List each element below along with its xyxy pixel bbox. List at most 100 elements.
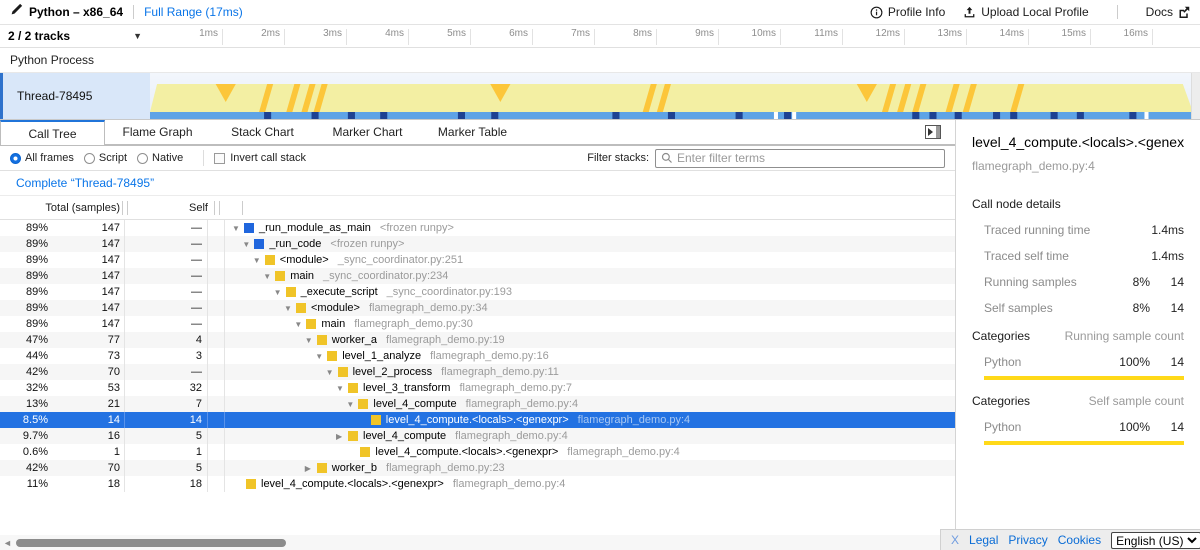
category-spacer	[208, 444, 225, 460]
total-samples: 16	[48, 430, 120, 442]
function-name: level_4_compute	[373, 398, 456, 410]
table-row[interactable]: 11%1818level_4_compute.<locals>.<genexpr…	[0, 476, 955, 492]
detail-label: Running samples	[984, 275, 1110, 289]
table-row[interactable]: 32%5332▼level_3_transformflamegraph_demo…	[0, 380, 955, 396]
ruler-tick-label: 9ms	[684, 28, 714, 39]
collapse-arrow-icon[interactable]: ▼	[253, 256, 265, 265]
radio-native[interactable]: Native	[137, 152, 183, 164]
expand-arrow-icon[interactable]: ▶	[305, 464, 317, 473]
docs-link[interactable]: Docs	[1146, 5, 1190, 19]
column-total-header[interactable]: Total (samples)	[0, 202, 120, 214]
footer-link-privacy[interactable]: Privacy	[1008, 533, 1047, 547]
total-percent: 42%	[0, 462, 48, 474]
ruler-tick-mark	[1090, 29, 1091, 45]
self-samples: 14	[125, 414, 202, 426]
tab-flame-graph[interactable]: Flame Graph	[105, 120, 210, 145]
table-row[interactable]: 89%147—▼<module>_sync_coordinator.py:251	[0, 252, 955, 268]
invert-label: Invert call stack	[230, 152, 306, 164]
table-row[interactable]: 47%774▼worker_aflamegraph_demo.py:19	[0, 332, 955, 348]
tracks-vertical-scrollbar[interactable]	[1191, 73, 1200, 119]
profile-info-button[interactable]: Profile Info	[870, 5, 945, 19]
detail-percent	[1110, 223, 1150, 237]
collapse-arrow-icon[interactable]: ▼	[294, 320, 306, 329]
function-name: level_3_transform	[363, 382, 450, 394]
category-percent: 100%	[1110, 355, 1150, 369]
table-row[interactable]: 89%147—▼main_sync_coordinator.py:234	[0, 268, 955, 284]
table-row[interactable]: 89%147—▼_run_code<frozen runpy>	[0, 236, 955, 252]
table-row[interactable]: 8.5%1414level_4_compute.<locals>.<genexp…	[0, 412, 955, 428]
horizontal-scrollbar[interactable]: ◄	[0, 535, 940, 550]
table-row[interactable]: 0.6%11level_4_compute.<locals>.<genexpr>…	[0, 444, 955, 460]
open-sidebar-icon[interactable]	[925, 125, 941, 139]
column-self-header[interactable]: Self	[130, 202, 208, 214]
expand-arrow-icon[interactable]: ▶	[336, 432, 348, 441]
self-samples: —	[125, 366, 202, 378]
breadcrumb[interactable]: Complete “Thread-78495”	[16, 176, 154, 190]
table-row[interactable]: 44%733▼level_1_analyzeflamegraph_demo.py…	[0, 348, 955, 364]
tree-cell: ▶level_4_computeflamegraph_demo.py:4	[225, 430, 955, 442]
collapse-arrow-icon[interactable]: ▼	[305, 336, 317, 345]
table-header: Total (samples) Self	[0, 196, 955, 220]
collapse-arrow-icon[interactable]: ▼	[274, 288, 286, 297]
collapse-arrow-icon[interactable]: ▼	[232, 224, 244, 233]
collapse-arrow-icon[interactable]: ▼	[263, 272, 275, 281]
ruler-tick-mark	[222, 29, 223, 45]
language-select[interactable]: English (US)	[1111, 532, 1200, 549]
tab-marker-chart[interactable]: Marker Chart	[315, 120, 420, 145]
radio-all-frames[interactable]: All frames	[10, 152, 74, 164]
table-row[interactable]: 13%217▼level_4_computeflamegraph_demo.py…	[0, 396, 955, 412]
collapse-arrow-icon[interactable]: ▼	[346, 400, 358, 409]
tracks-dropdown[interactable]: 2 / 2 tracks ▼	[0, 25, 150, 47]
function-name: level_1_analyze	[342, 350, 421, 362]
tree-cell: ▼main_sync_coordinator.py:234	[225, 270, 955, 282]
category-spacer	[208, 396, 225, 412]
upload-profile-button[interactable]: Upload Local Profile	[963, 5, 1088, 19]
self-samples: —	[125, 302, 202, 314]
total-samples: 14	[48, 414, 120, 426]
ruler-tick-label: 2ms	[250, 28, 280, 39]
table-row[interactable]: 42%70—▼level_2_processflamegraph_demo.py…	[0, 364, 955, 380]
collapse-arrow-icon[interactable]: ▼	[326, 368, 338, 377]
category-name: Python	[984, 355, 1110, 369]
collapse-arrow-icon[interactable]: ▼	[242, 240, 254, 249]
process-track-header[interactable]: Python Process	[0, 48, 1200, 73]
footer-link-legal[interactable]: Legal	[969, 533, 998, 547]
function-name: main	[290, 270, 314, 282]
tab-marker-table[interactable]: Marker Table	[420, 120, 525, 145]
filter-stacks-input[interactable]	[677, 151, 939, 165]
total-percent: 11%	[0, 478, 48, 490]
source-location: flamegraph_demo.py:23	[386, 462, 505, 474]
total-percent: 89%	[0, 302, 48, 314]
invert-call-stack-checkbox[interactable]: Invert call stack	[214, 152, 306, 164]
category-color-icon	[244, 223, 254, 233]
table-row[interactable]: 89%147—▼<module>flamegraph_demo.py:34	[0, 300, 955, 316]
table-row[interactable]: 89%147—▼_execute_script_sync_coordinator…	[0, 284, 955, 300]
timeline-ruler[interactable]: 2 / 2 tracks ▼ 1ms2ms3ms4ms5ms6ms7ms8ms9…	[0, 25, 1200, 48]
thread-track[interactable]: Thread-78495	[0, 73, 1200, 120]
radio-script[interactable]: Script	[84, 152, 127, 164]
footer-link-cookies[interactable]: Cookies	[1058, 533, 1101, 547]
radio-label: Native	[152, 152, 183, 164]
thread-track-label[interactable]: Thread-78495	[0, 73, 150, 119]
full-range-link[interactable]: Full Range (17ms)	[144, 5, 243, 19]
table-row[interactable]: 89%147—▼mainflamegraph_demo.py:30	[0, 316, 955, 332]
tab-stack-chart[interactable]: Stack Chart	[210, 120, 315, 145]
scroll-left-arrow-icon[interactable]: ◄	[3, 538, 12, 548]
table-row[interactable]: 89%147—▼_run_module_as_main<frozen runpy…	[0, 220, 955, 236]
collapse-arrow-icon[interactable]: ▼	[284, 304, 296, 313]
scrollbar-thumb[interactable]	[16, 539, 286, 547]
sidebar-detail-row: Running samples8%14	[984, 275, 1184, 289]
thread-activity-graph[interactable]	[150, 73, 1200, 119]
footer-link-x[interactable]: X	[951, 533, 959, 547]
total-percent: 89%	[0, 318, 48, 330]
total-percent: 8.5%	[0, 414, 48, 426]
collapse-arrow-icon[interactable]: ▼	[336, 384, 348, 393]
table-row[interactable]: 9.7%165▶level_4_computeflamegraph_demo.p…	[0, 428, 955, 444]
profile-title[interactable]: Python – x86_64	[29, 5, 123, 19]
edit-pencil-icon[interactable]	[10, 3, 23, 21]
chevron-down-icon: ▼	[133, 31, 142, 41]
tab-call-tree[interactable]: Call Tree	[0, 120, 105, 145]
table-row[interactable]: 42%705▶worker_bflamegraph_demo.py:23	[0, 460, 955, 476]
collapse-arrow-icon[interactable]: ▼	[315, 352, 327, 361]
ruler-tick-label: 11ms	[808, 28, 838, 39]
